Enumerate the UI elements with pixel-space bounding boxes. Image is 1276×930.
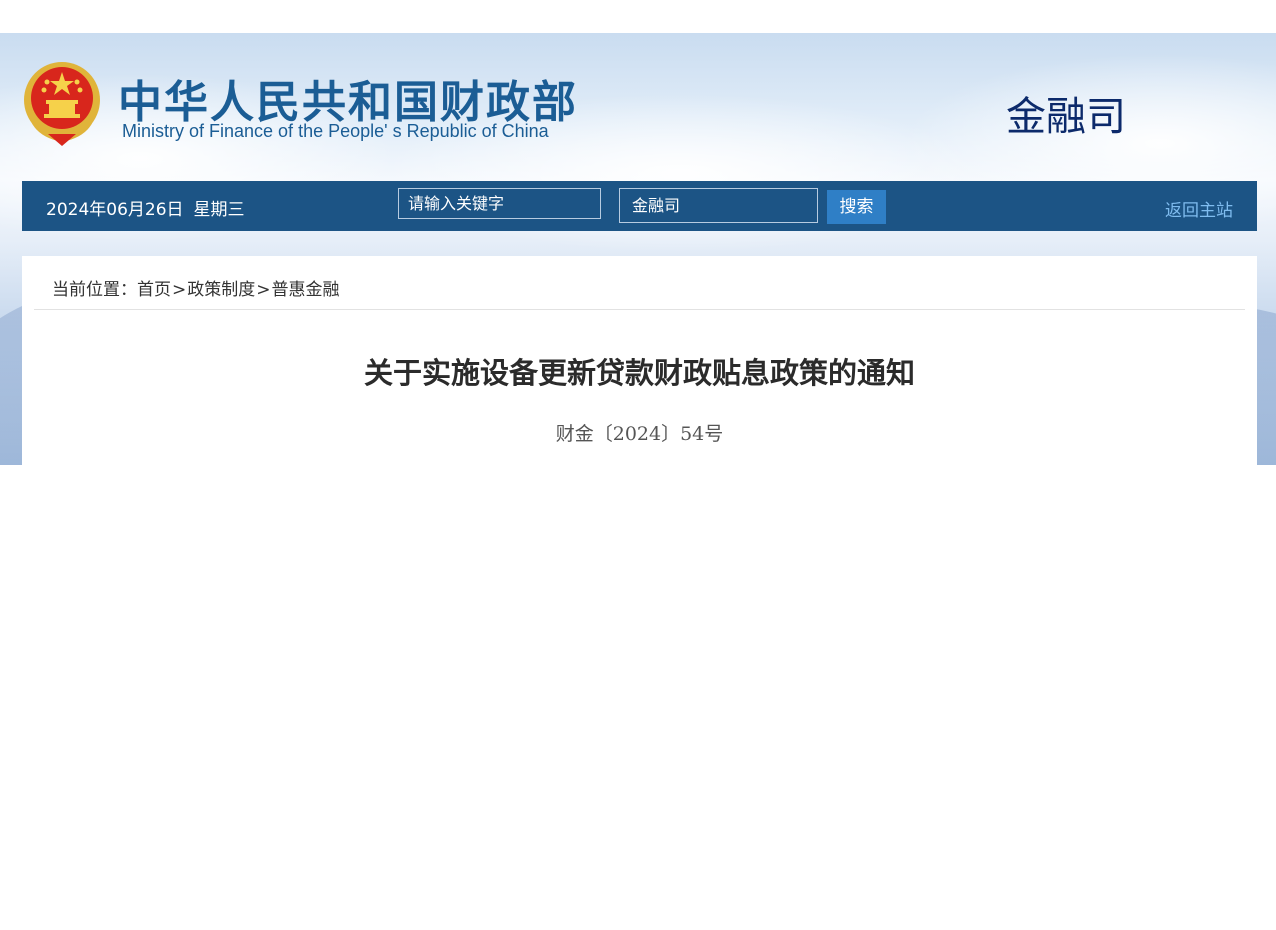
breadcrumb-item-home[interactable]: 首页 — [137, 280, 171, 300]
current-date: 2024年06月26日 星期三 — [46, 195, 245, 220]
content-card: 当前位置：首页>政策制度>普惠金融 关于实施设备更新贷款财政贴息政策的通知 财金… — [22, 256, 1257, 465]
article-title: 关于实施设备更新贷款财政贴息政策的通知 — [363, 356, 915, 390]
breadcrumb-item-inclusive-finance[interactable]: 普惠金融 — [272, 280, 340, 300]
document-number: 财金〔2024〕54号 — [555, 423, 724, 445]
search-scope-select[interactable]: 金融司 — [619, 188, 818, 223]
search-input[interactable] — [398, 188, 601, 219]
breadcrumb: 当前位置：首页>政策制度>普惠金融 — [52, 275, 340, 300]
national-emblem-icon — [22, 60, 102, 146]
page: 中华人民共和国财政部 Ministry of Finance of the Pe… — [0, 0, 1276, 930]
return-home-link[interactable]: 返回主站 — [1165, 196, 1233, 221]
weekday-text: 星期三 — [193, 200, 245, 220]
search-button[interactable]: 搜索 — [827, 190, 886, 224]
breadcrumb-separator: > — [172, 280, 187, 300]
breadcrumb-item-policy[interactable]: 政策制度 — [187, 280, 255, 300]
ministry-name-en: Ministry of Finance of the People' s Rep… — [122, 121, 549, 141]
top-navbar: 2024年06月26日星期三 金融司 搜索 返回主站 — [22, 181, 1257, 231]
department-title: 金融司 — [1006, 94, 1126, 140]
date-text: 2024年06月26日 — [46, 200, 184, 220]
breadcrumb-separator: > — [256, 280, 271, 300]
breadcrumb-prefix: 当前位置： — [52, 280, 137, 300]
divider — [34, 309, 1245, 310]
